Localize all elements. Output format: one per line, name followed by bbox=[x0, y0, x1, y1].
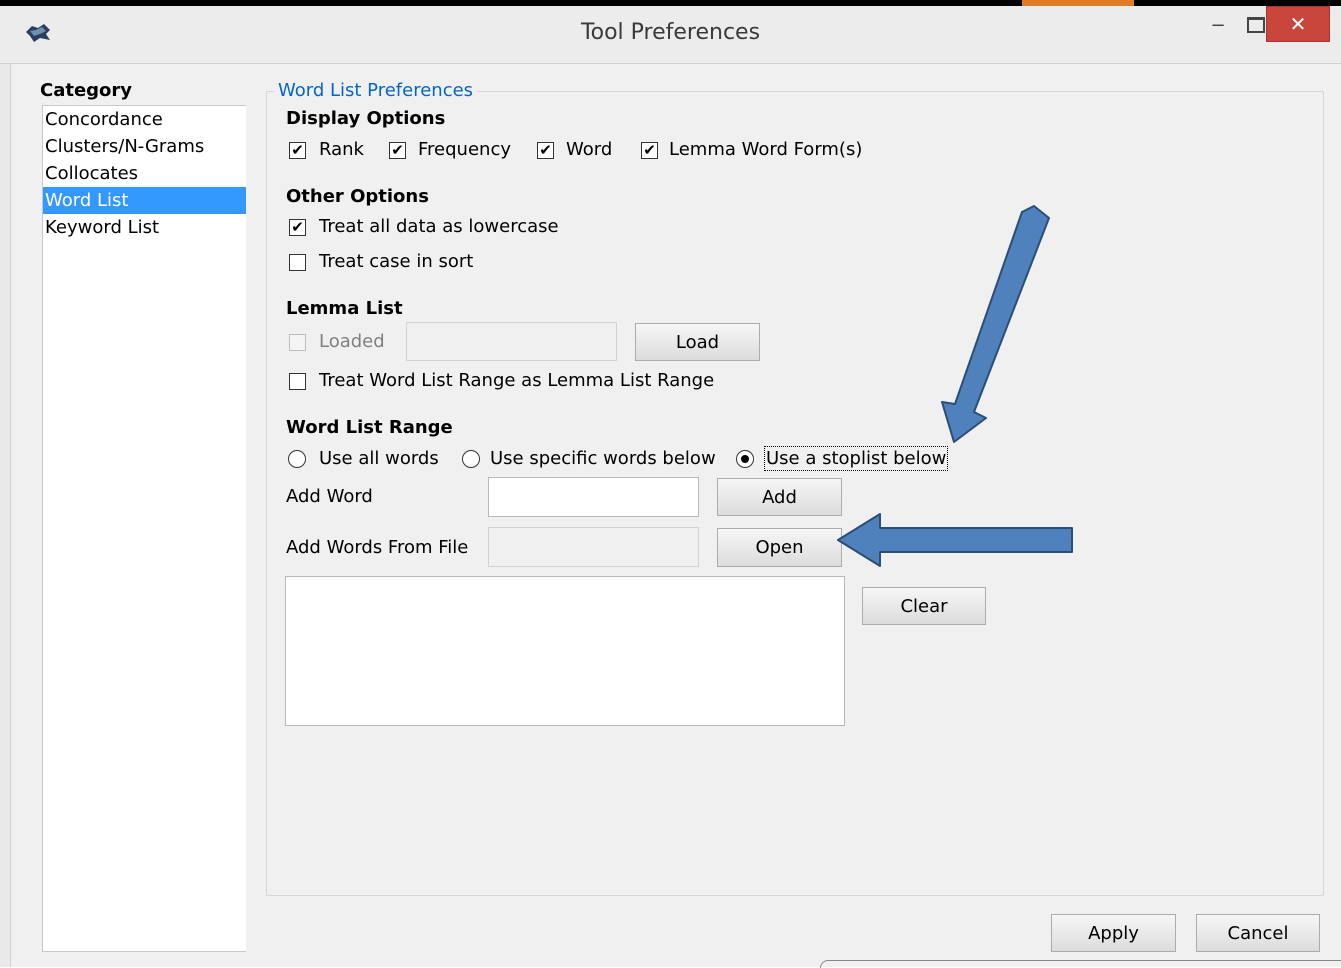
minimize-button[interactable]: − bbox=[1200, 8, 1236, 42]
lemma-word-forms-label: Lemma Word Form(s) bbox=[669, 139, 863, 160]
maximize-icon bbox=[1247, 17, 1265, 33]
rank-checkbox[interactable]: ✔ bbox=[289, 142, 306, 159]
lemma-list-heading: Lemma List bbox=[286, 298, 403, 319]
use-all-words-radio[interactable] bbox=[288, 450, 306, 468]
category-item-clusters[interactable]: Clusters/N-Grams bbox=[43, 133, 246, 160]
range-as-lemma-label: Treat Word List Range as Lemma List Rang… bbox=[319, 370, 715, 391]
use-specific-words-radio[interactable] bbox=[462, 450, 480, 468]
cancel-button[interactable]: Cancel bbox=[1196, 914, 1320, 952]
category-list[interactable]: Concordance Clusters/N-Grams Collocates … bbox=[42, 105, 246, 952]
background-strip bbox=[0, 0, 1341, 6]
close-button[interactable]: ✕ bbox=[1266, 6, 1330, 42]
category-item-keyword-list[interactable]: Keyword List bbox=[43, 214, 246, 241]
use-specific-words-label: Use specific words below bbox=[490, 448, 716, 469]
lowercase-checkbox[interactable]: ✔ bbox=[289, 219, 306, 236]
lemma-file-field bbox=[406, 322, 617, 361]
window-title: Tool Preferences bbox=[580, 20, 761, 45]
group-title: Word List Preferences bbox=[274, 80, 478, 101]
background-orange-patch bbox=[1022, 0, 1134, 6]
other-options-heading: Other Options bbox=[286, 186, 429, 207]
rank-label: Rank bbox=[319, 139, 364, 160]
loaded-checkbox bbox=[289, 334, 306, 351]
clear-button[interactable]: Clear bbox=[862, 587, 986, 625]
category-item-word-list[interactable]: Word List bbox=[43, 187, 246, 214]
category-item-concordance[interactable]: Concordance bbox=[43, 106, 246, 133]
frequency-checkbox[interactable]: ✔ bbox=[389, 142, 406, 159]
frequency-label: Frequency bbox=[418, 139, 511, 160]
category-item-collocates[interactable]: Collocates bbox=[43, 160, 246, 187]
display-options-heading: Display Options bbox=[286, 108, 446, 129]
add-word-input[interactable] bbox=[488, 477, 699, 517]
words-file-field bbox=[488, 527, 699, 567]
use-all-words-label: Use all words bbox=[319, 448, 439, 469]
word-list-textarea[interactable] bbox=[285, 576, 845, 726]
use-stoplist-radio[interactable] bbox=[736, 450, 754, 468]
word-checkbox[interactable]: ✔ bbox=[537, 142, 554, 159]
category-label: Category bbox=[40, 80, 133, 101]
loaded-label: Loaded bbox=[319, 331, 385, 352]
word-list-range-heading: Word List Range bbox=[286, 417, 453, 438]
load-button[interactable]: Load bbox=[635, 323, 760, 361]
window-left-border bbox=[0, 64, 11, 967]
range-as-lemma-checkbox[interactable] bbox=[289, 373, 306, 390]
open-button[interactable]: Open bbox=[717, 528, 842, 567]
add-words-from-file-label: Add Words From File bbox=[286, 537, 469, 558]
apply-button[interactable]: Apply bbox=[1051, 914, 1176, 952]
case-sort-checkbox[interactable] bbox=[289, 254, 306, 271]
word-label: Word bbox=[566, 139, 613, 160]
lowercase-label: Treat all data as lowercase bbox=[319, 216, 559, 237]
case-sort-label: Treat case in sort bbox=[319, 251, 474, 272]
add-button[interactable]: Add bbox=[717, 478, 842, 516]
use-stoplist-label: Use a stoplist below bbox=[763, 446, 949, 471]
lemma-word-forms-checkbox[interactable]: ✔ bbox=[641, 142, 658, 159]
add-word-label: Add Word bbox=[286, 486, 373, 507]
